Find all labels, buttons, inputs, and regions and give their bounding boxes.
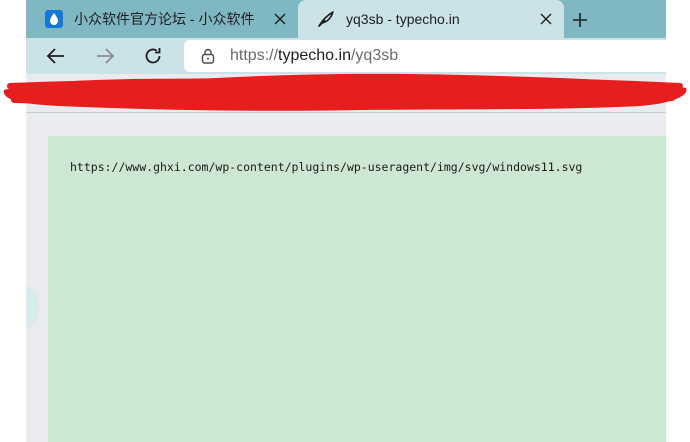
tab-title: yq3sb - typecho.in	[346, 11, 460, 27]
back-arrow-icon	[46, 48, 64, 64]
url-host: typecho.in	[278, 47, 351, 64]
lock-icon[interactable]	[200, 48, 216, 64]
close-icon[interactable]	[268, 7, 292, 31]
droplet-icon	[44, 9, 64, 29]
tab-xiaozhong-forum[interactable]: 小众软件官方论坛 - 小众软件	[26, 0, 298, 38]
back-button[interactable]	[42, 42, 70, 70]
new-tab-button[interactable]	[566, 6, 594, 34]
tab-typecho[interactable]: yq3sb - typecho.in	[298, 0, 564, 38]
sidebar-handle[interactable]	[26, 286, 38, 328]
url-path: /yq3sb	[350, 47, 399, 64]
refresh-button[interactable]	[139, 42, 167, 70]
forward-arrow-icon	[97, 48, 115, 64]
tab-strip: 小众软件官方论坛 - 小众软件 yq3sb - typecho.in	[26, 0, 666, 38]
plus-icon	[573, 13, 587, 27]
close-icon[interactable]	[534, 7, 558, 31]
useragent-icon-url: https://www.ghxi.com/wp-content/plugins/…	[70, 160, 583, 174]
feather-icon	[316, 9, 336, 29]
url-protocol: https://	[230, 47, 279, 64]
content-panel: https://www.ghxi.com/wp-content/plugins/…	[48, 136, 666, 442]
tab-title: 小众软件官方论坛 - 小众软件	[74, 11, 255, 27]
browser-window: 小众软件官方论坛 - 小众软件 yq3sb - typecho.in https…	[26, 0, 666, 442]
refresh-icon	[145, 48, 161, 64]
forward-button[interactable]	[91, 42, 119, 70]
redaction-scribble	[3, 73, 687, 111]
url-text: https://typecho.in/yq3sb	[230, 47, 398, 65]
